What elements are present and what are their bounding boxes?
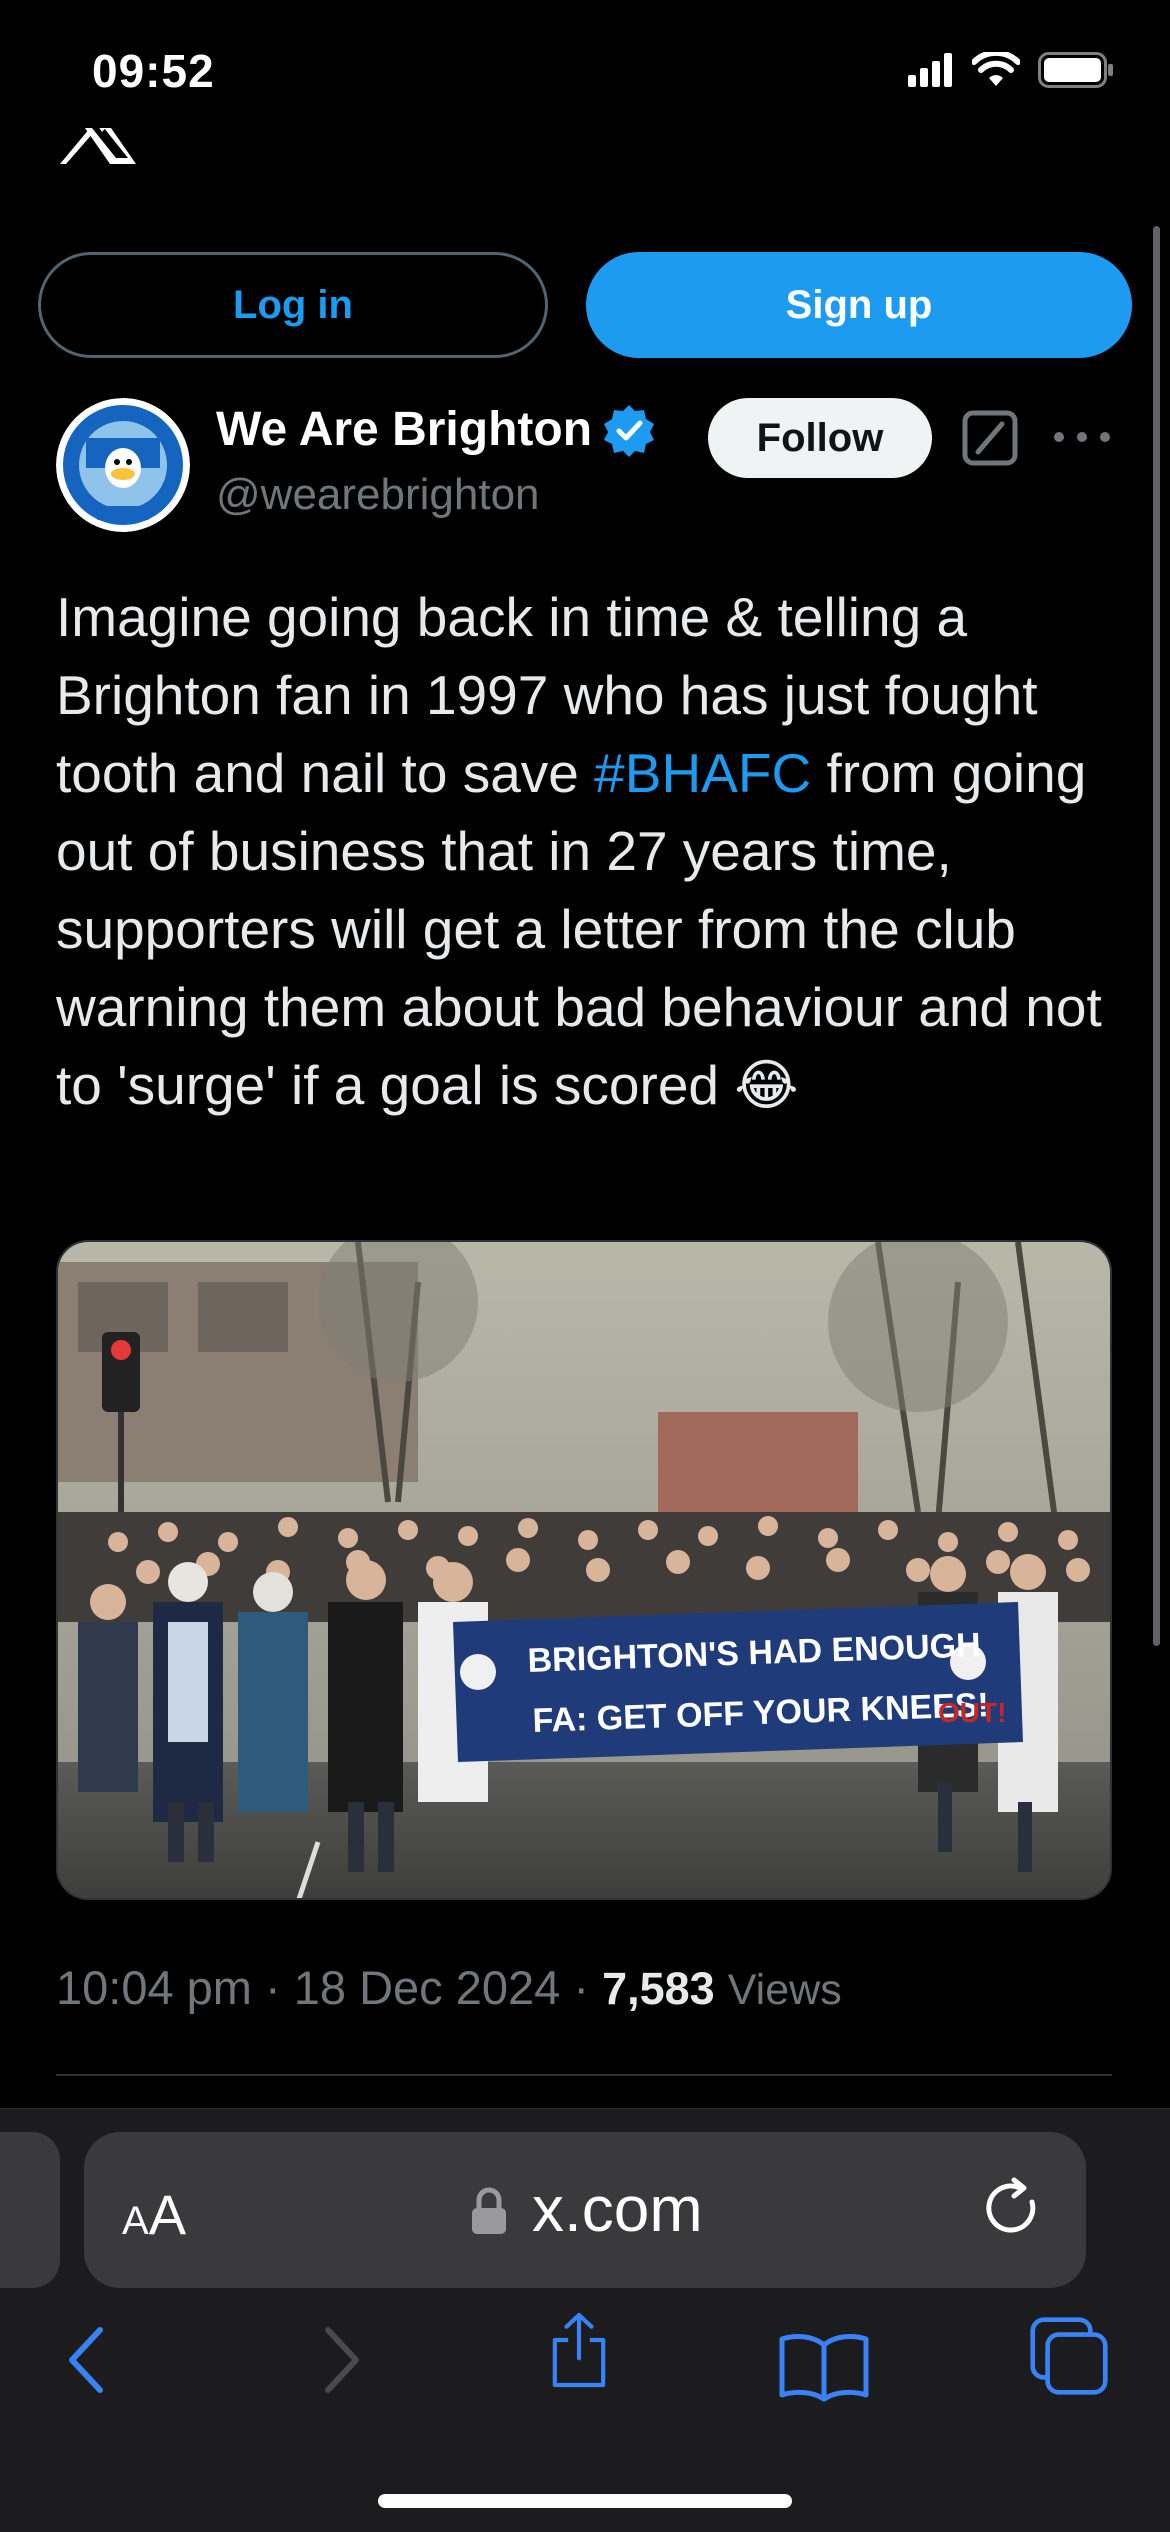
battery-icon [1038, 52, 1113, 88]
previous-tab-peek[interactable] [0, 2132, 60, 2288]
views-count: 7,583 [602, 1963, 715, 2014]
follow-button[interactable]: Follow [708, 398, 932, 478]
tweet-date[interactable]: 18 Dec 2024 [294, 1961, 561, 2014]
author-name-label[interactable]: We Are Brighton [216, 402, 592, 457]
hashtag-link[interactable]: #BHAFC [594, 742, 811, 804]
back-icon[interactable] [62, 2320, 112, 2400]
home-indicator[interactable] [378, 2494, 792, 2508]
tweet-meta: 10:04 pm · 18 Dec 2024 · 7,583 Views [56, 1960, 842, 2015]
tweet-photo[interactable]: BRIGHTON'S HAD ENOUGH FA: GET OFF YOUR K… [56, 1240, 1112, 1900]
aa-big: A [148, 2183, 187, 2246]
author-name[interactable]: We Are Brighton [216, 402, 656, 457]
verified-badge-icon [604, 404, 655, 457]
more-icon[interactable] [1054, 412, 1110, 462]
share-icon[interactable] [542, 2310, 616, 2390]
status-bar: 09:52 [0, 0, 1170, 140]
reload-icon[interactable] [984, 2176, 1046, 2242]
divider [56, 2074, 1112, 2076]
lock-icon [472, 2187, 506, 2234]
signup-button[interactable]: Sign up [586, 252, 1132, 358]
tweet-time[interactable]: 10:04 pm [56, 1961, 252, 2014]
meta-separator-1: · [265, 1961, 281, 2014]
bookmarks-icon[interactable] [778, 2326, 870, 2406]
grok-icon[interactable] [962, 410, 1018, 466]
tabs-icon[interactable] [1026, 2316, 1112, 2396]
aa-small: A [122, 2199, 149, 2243]
avatar[interactable] [56, 398, 190, 532]
forward-icon[interactable] [316, 2320, 366, 2400]
tweet-text: Imagine going back in time & telling a B… [56, 578, 1116, 1124]
author-handle[interactable]: @wearebrighton [216, 470, 540, 520]
status-time: 09:52 [92, 45, 215, 97]
scrollbar[interactable] [1153, 226, 1160, 1646]
x-logo-icon[interactable] [56, 128, 140, 168]
signal-icon [908, 53, 952, 87]
banner-text-3: OUT! [938, 1697, 1006, 1728]
reader-settings-button[interactable]: AA [122, 2182, 186, 2247]
url-text[interactable]: x.com [532, 2172, 703, 2246]
emoji: 😂 [734, 1054, 799, 1116]
views-label: Views [727, 1966, 842, 2014]
status-icons [908, 52, 1114, 88]
meta-separator-2: · [573, 1961, 590, 2014]
login-button[interactable]: Log in [38, 252, 548, 358]
wifi-icon [972, 52, 1020, 86]
